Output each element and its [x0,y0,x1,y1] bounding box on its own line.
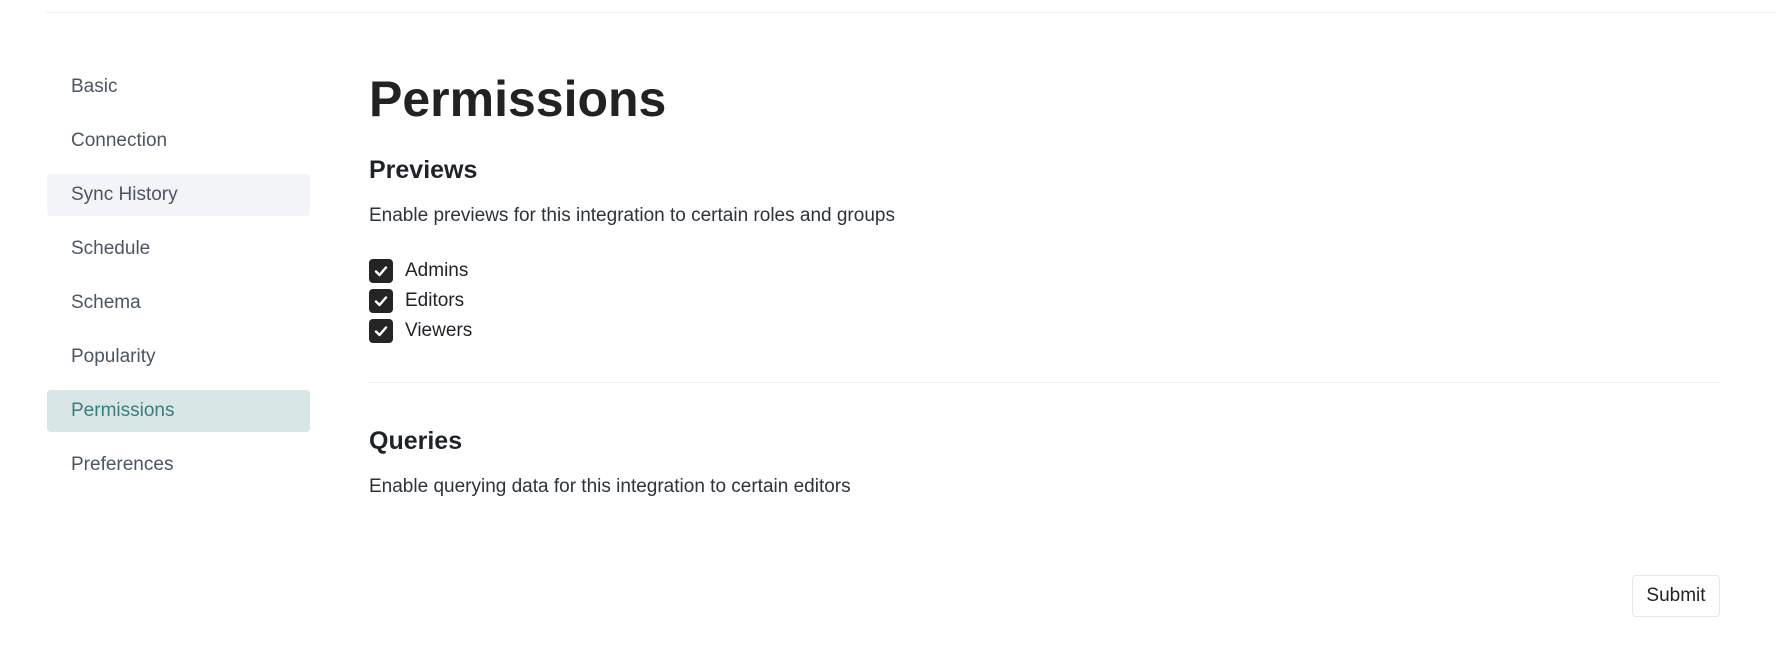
role-checkbox-list: Admins Editors Viewers [369,256,1720,346]
checkbox-checked[interactable] [369,319,393,343]
checkmark-icon [374,296,388,307]
checkbox-label: Viewers [405,320,473,341]
previews-title: Previews [369,156,478,184]
queries-section: Queries Enable querying data for this in… [369,426,1720,499]
checkbox-editors[interactable]: Editors [369,286,1720,316]
sidebar-item-basic[interactable]: Basic [47,66,310,108]
checkbox-label: Admins [405,260,469,281]
checkbox-checked[interactable] [369,289,393,313]
section-divider [369,382,1720,383]
checkbox-viewers[interactable]: Viewers [369,316,1720,346]
sidebar-item-permissions[interactable]: Permissions [47,390,310,432]
previews-section: Previews Enable previews for this integr… [369,155,1720,346]
checkmark-icon [374,326,388,337]
sidebar-item-popularity[interactable]: Popularity [47,336,310,378]
sidebar-item-schema[interactable]: Schema [47,282,310,324]
header-divider [46,12,1776,13]
settings-page: Basic Connection Sync History Schedule S… [0,0,1776,660]
checkbox-checked[interactable] [369,259,393,283]
queries-title: Queries [369,427,463,455]
previews-description: Enable previews for this integration to … [369,205,895,226]
settings-sidebar: Basic Connection Sync History Schedule S… [47,66,310,498]
sidebar-item-schedule[interactable]: Schedule [47,228,310,270]
sidebar-item-sync-history[interactable]: Sync History [47,174,310,216]
sidebar-item-preferences[interactable]: Preferences [47,444,310,486]
checkbox-admins[interactable]: Admins [369,256,1720,286]
checkmark-icon [374,266,388,277]
main-content: Permissions Previews Enable previews for… [369,66,1720,499]
checkbox-label: Editors [405,290,465,311]
page-title: Permissions [369,71,667,127]
sidebar-item-connection[interactable]: Connection [47,120,310,162]
queries-description: Enable querying data for this integratio… [369,476,851,497]
submit-button[interactable]: Submit [1632,575,1720,617]
